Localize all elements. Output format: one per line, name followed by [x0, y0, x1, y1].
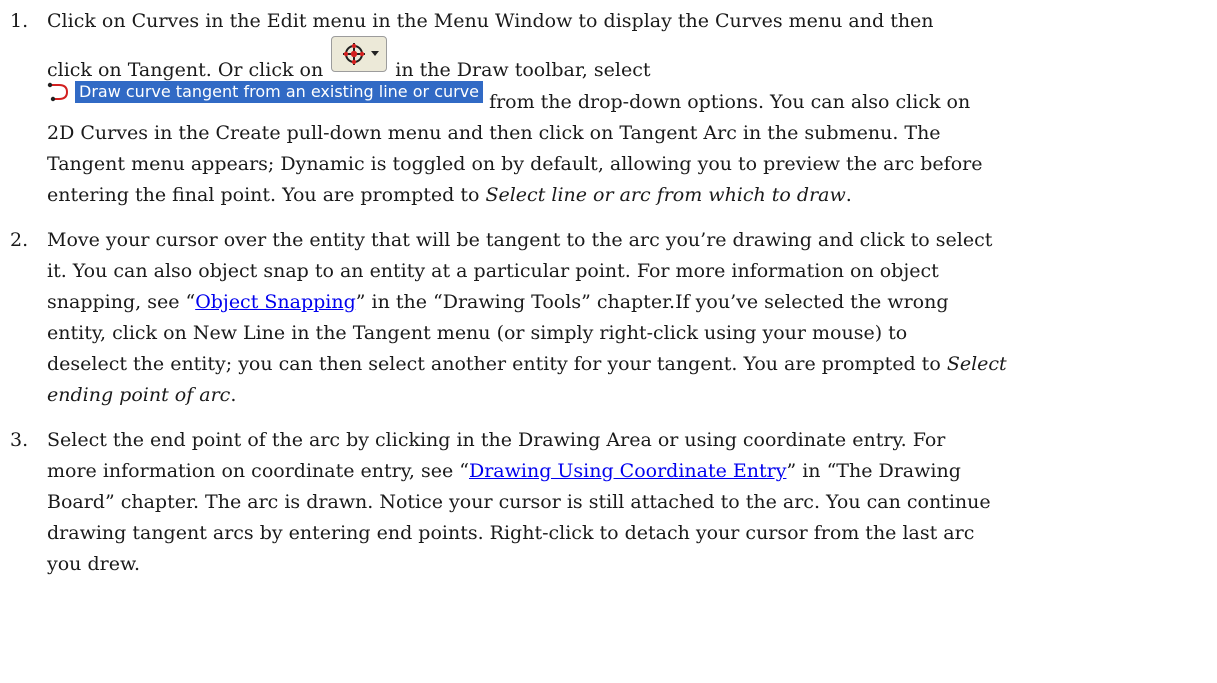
dropdown-option-tangent[interactable]: Draw curve tangent from an existing line… [47, 81, 484, 103]
step-text: . [845, 184, 852, 206]
draw-curve-toolbar-button[interactable] [331, 36, 388, 72]
step-line: you drew. [47, 553, 140, 575]
step-2: 2. Move your cursor over the entity that… [10, 225, 1200, 411]
step-line: entity, click on New Line in the Tangent… [47, 322, 908, 344]
step-number: 1. [10, 10, 29, 32]
step-text: ” in “The Drawing [786, 460, 961, 482]
step-line: it. You can also object snap to an entit… [47, 260, 939, 282]
chevron-down-icon [371, 51, 380, 56]
step-number: 3. [10, 429, 29, 451]
step-text: . [230, 384, 237, 406]
dropdown-option-label: Draw curve tangent from an existing line… [75, 81, 484, 103]
step-line: more information on coordinate entry, se… [47, 456, 1200, 487]
tangent-arc-icon [47, 82, 69, 102]
step-line: Board” chapter. The arc is drawn. Notice… [47, 491, 991, 513]
step-line: Draw curve tangent from an existing line… [47, 81, 1200, 118]
step-text: more information on coordinate entry, se… [47, 460, 469, 482]
step-text: ” in the “Drawing Tools” chapter.If you’… [355, 291, 949, 313]
step-line: entering the final point. You are prompt… [47, 180, 1200, 211]
step-text: snapping, see “ [47, 291, 196, 313]
step-line: Click on Curves in the Edit menu in the … [47, 10, 934, 32]
step-text: click on Tangent. Or click on [47, 59, 324, 81]
step-text: in the Draw toolbar, select [395, 59, 651, 81]
step-line: Move your cursor over the entity that wi… [47, 229, 993, 251]
step-line: drawing tangent arcs by entering end poi… [47, 522, 975, 544]
prompt-text: ending point of arc [47, 384, 231, 406]
step-text: from the drop-down options. You can also… [489, 91, 971, 113]
step-line: 2D Curves in the Create pull-down menu a… [47, 122, 941, 144]
step-line: Select the end point of the arc by click… [47, 429, 946, 451]
step-line: snapping, see “Object Snapping” in the “… [47, 287, 1200, 318]
step-3: 3. Select the end point of the arc by cl… [10, 425, 1200, 580]
instruction-steps: 1. Click on Curves in the Edit menu in t… [10, 6, 1200, 594]
step-number: 2. [10, 229, 29, 251]
coordinate-entry-link[interactable]: Drawing Using Coordinate Entry [469, 460, 786, 482]
step-text: deselect the entity; you can then select… [47, 353, 947, 375]
step-line: ending point of arc. [47, 380, 1200, 411]
step-line: Tangent menu appears; Dynamic is toggled… [47, 153, 983, 175]
curve-draw-icon [343, 43, 366, 65]
step-line: deselect the entity; you can then select… [47, 349, 1200, 380]
object-snapping-link[interactable]: Object Snapping [195, 291, 356, 313]
prompt-text: Select [946, 353, 1007, 375]
step-text: entering the final point. You are prompt… [47, 184, 486, 206]
step-1: 1. Click on Curves in the Edit menu in t… [10, 6, 1200, 211]
prompt-text: Select line or arc from which to draw [485, 184, 846, 206]
